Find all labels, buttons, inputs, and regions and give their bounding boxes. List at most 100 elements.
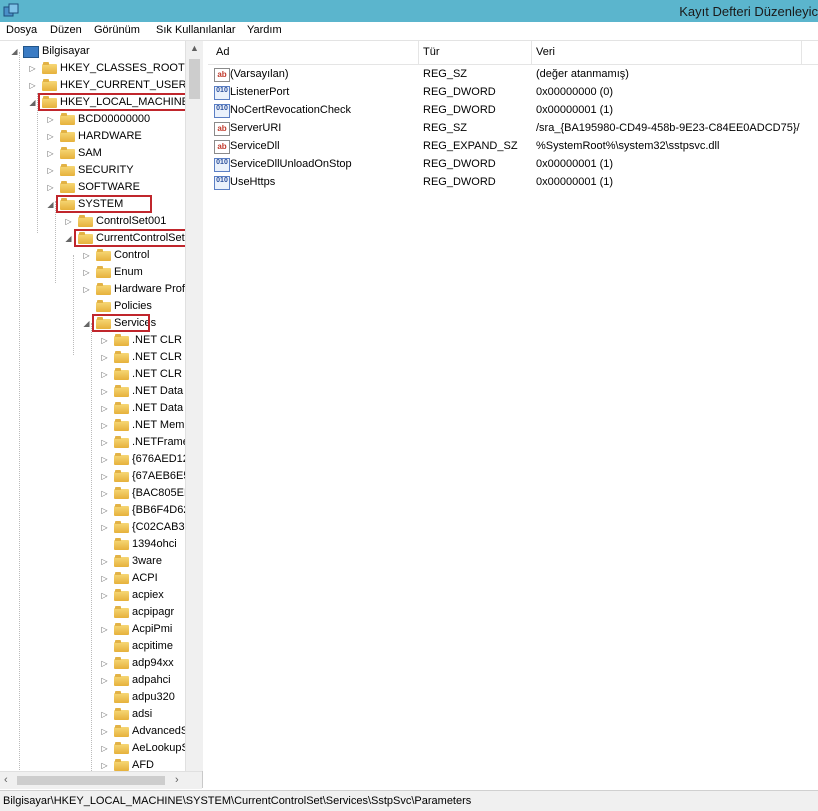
tree-item-ccs-child[interactable]: ▷ Control (0, 247, 200, 264)
expand-arrow-icon[interactable]: ▷ (46, 162, 55, 179)
tree-item-service[interactable]: ▷ AdvancedS (0, 723, 200, 740)
expand-arrow-icon[interactable]: ▷ (46, 111, 55, 128)
expand-arrow-icon[interactable]: ▷ (100, 655, 109, 672)
tree-item-service[interactable]: ▷ AeLookupS (0, 740, 200, 757)
tree-item-hklm-child[interactable]: ▷ SECURITY (0, 162, 200, 179)
expand-arrow-icon[interactable]: ▷ (100, 570, 109, 587)
menu-help[interactable]: Yardım (247, 24, 282, 36)
tree-item-service[interactable]: adpu320 (0, 689, 200, 706)
expand-arrow-icon[interactable]: ▷ (46, 179, 55, 196)
column-divider[interactable] (531, 41, 532, 64)
expand-arrow-icon[interactable]: ▷ (100, 502, 109, 519)
collapse-arrow-icon[interactable]: ◢ (64, 230, 73, 247)
expand-arrow-icon[interactable]: ▷ (100, 706, 109, 723)
tree-item-hklm-child[interactable]: ▷ HARDWARE (0, 128, 200, 145)
tree-vertical-scrollbar[interactable]: ▲ (185, 41, 203, 771)
tree-item-service[interactable]: ▷ .NET CLR N (0, 366, 200, 383)
tree-item-hive[interactable]: ◢ HKEY_LOCAL_MACHINE (0, 94, 200, 111)
column-divider[interactable] (418, 41, 419, 64)
column-header-name[interactable]: Ad (216, 46, 229, 58)
tree-item-service[interactable]: ▷ .NET Data I (0, 400, 200, 417)
tree-item-service[interactable]: acpitime (0, 638, 200, 655)
expand-arrow-icon[interactable]: ▷ (100, 451, 109, 468)
expand-arrow-icon[interactable]: ▷ (100, 400, 109, 417)
tree-item-service[interactable]: acpipagr (0, 604, 200, 621)
tree-item-service[interactable]: ▷ adp94xx (0, 655, 200, 672)
expand-arrow-icon[interactable]: ▷ (100, 485, 109, 502)
expand-arrow-icon[interactable]: ▷ (46, 128, 55, 145)
tree-item-hive[interactable]: ▷ HKEY_CLASSES_ROOT (0, 60, 200, 77)
tree-item-service[interactable]: ▷ {BAC805ED (0, 485, 200, 502)
expand-arrow-icon[interactable]: ▷ (100, 366, 109, 383)
tree-item-service[interactable]: ▷ AcpiPmi (0, 621, 200, 638)
table-row[interactable]: ab (Varsayılan) REG_SZ (değer atanmamış) (208, 65, 818, 83)
expand-arrow-icon[interactable]: ▷ (100, 740, 109, 757)
column-header-data[interactable]: Veri (536, 46, 555, 58)
tree-item-ccs-child[interactable]: ▷ Enum (0, 264, 200, 281)
expand-arrow-icon[interactable]: ▷ (100, 417, 109, 434)
tree-item-service[interactable]: 1394ohci (0, 536, 200, 553)
tree-item-service[interactable]: ▷ ACPI (0, 570, 200, 587)
tree-item-hive[interactable]: ▷ HKEY_CURRENT_USER (0, 77, 200, 94)
tree-item-service[interactable]: ▷ 3ware (0, 553, 200, 570)
table-row[interactable]: 010 NoCertRevocationCheck REG_DWORD 0x00000… (208, 101, 818, 119)
expand-arrow-icon[interactable]: ▷ (28, 60, 37, 77)
menu-favorites[interactable]: Sık Kullanılanlar (156, 24, 236, 36)
tree-item-hklm-child[interactable]: ▷ BCD00000000 (0, 111, 200, 128)
tree-item-hklm-child[interactable]: ▷ SOFTWARE (0, 179, 200, 196)
tree-item-service[interactable]: ▷ adpahci (0, 672, 200, 689)
table-row[interactable]: 010 UseHttps REG_DWORD 0x00000001 (1) (208, 173, 818, 191)
registry-tree[interactable]: ◢ Bilgisayar ▷ HKEY_CLASSES_ROOT ▷ HKEY_CURRE… (0, 41, 203, 788)
tree-item-service[interactable]: ▷ {67AEB6E5 (0, 468, 200, 485)
expand-arrow-icon[interactable]: ▷ (100, 672, 109, 689)
expand-arrow-icon[interactable]: ▷ (64, 213, 73, 230)
collapse-arrow-icon[interactable]: ◢ (28, 94, 37, 111)
column-divider[interactable] (801, 41, 802, 64)
expand-arrow-icon[interactable]: ▷ (82, 247, 91, 264)
tree-item-computer[interactable]: ◢ Bilgisayar (0, 43, 200, 60)
expand-arrow-icon[interactable]: ▷ (100, 519, 109, 536)
scroll-thumb[interactable] (189, 59, 200, 99)
menu-file[interactable]: Dosya (6, 24, 37, 36)
tree-item-service[interactable]: ▷ .NET CLR D (0, 332, 200, 349)
tree-item-ccs-child[interactable]: ▷ Hardware Prof (0, 281, 200, 298)
tree-item-ccs-child[interactable]: ◢ Services (0, 315, 200, 332)
tree-item-service[interactable]: ▷ adsi (0, 706, 200, 723)
scroll-left-icon[interactable]: ‹ (4, 774, 8, 786)
table-row[interactable]: 010 ServiceDllUnloadOnStop REG_DWORD 0x0000… (208, 155, 818, 173)
values-list[interactable]: Ad Tür Veri ab (Varsayılan) REG_SZ (değer a… (208, 41, 818, 788)
tree-item-service[interactable]: ▷ {676AED12 (0, 451, 200, 468)
collapse-arrow-icon[interactable]: ◢ (82, 315, 91, 332)
expand-arrow-icon[interactable]: ▷ (46, 145, 55, 162)
expand-arrow-icon[interactable]: ▷ (100, 723, 109, 740)
expand-arrow-icon[interactable]: ▷ (100, 621, 109, 638)
expand-arrow-icon[interactable]: ▷ (82, 281, 91, 298)
tree-item-service[interactable]: ▷ .NET Mem (0, 417, 200, 434)
expand-arrow-icon[interactable]: ▷ (82, 264, 91, 281)
expand-arrow-icon[interactable]: ▷ (100, 332, 109, 349)
collapse-arrow-icon[interactable]: ◢ (46, 196, 55, 213)
menu-edit[interactable]: Düzen (50, 24, 82, 36)
tree-item-hklm-child[interactable]: ◢ SYSTEM (0, 196, 200, 213)
tree-item-service[interactable]: ▷ {C02CAB3E (0, 519, 200, 536)
tree-horizontal-scrollbar[interactable]: ‹ › (0, 771, 202, 789)
expand-arrow-icon[interactable]: ▷ (28, 77, 37, 94)
tree-item-system-child[interactable]: ◢ CurrentControlSet (0, 230, 200, 247)
expand-arrow-icon[interactable]: ▷ (100, 383, 109, 400)
table-row[interactable]: 010 ListenerPort REG_DWORD 0x00000000 (0) (208, 83, 818, 101)
tree-item-service[interactable]: ▷ {BB6F4D62 (0, 502, 200, 519)
tree-item-service[interactable]: ▷ acpiex (0, 587, 200, 604)
expand-arrow-icon[interactable]: ▷ (100, 434, 109, 451)
table-row[interactable]: ab ServerURI REG_SZ/sra_{BA195980-CD49-458… (208, 119, 818, 137)
scroll-thumb-horizontal[interactable] (17, 776, 165, 785)
collapse-arrow-icon[interactable]: ◢ (10, 43, 19, 60)
table-row[interactable]: ab ServiceDll REG_EXPAND_SZ %SystemRoot%\sy… (208, 137, 818, 155)
column-header-type[interactable]: Tür (423, 46, 440, 58)
expand-arrow-icon[interactable]: ▷ (100, 553, 109, 570)
tree-item-ccs-child[interactable]: Policies (0, 298, 200, 315)
expand-arrow-icon[interactable]: ▷ (100, 468, 109, 485)
tree-item-service[interactable]: ▷ .NET CLR N (0, 349, 200, 366)
scroll-up-icon[interactable]: ▲ (190, 43, 199, 53)
scroll-right-icon[interactable]: › (175, 774, 179, 786)
expand-arrow-icon[interactable]: ▷ (100, 349, 109, 366)
